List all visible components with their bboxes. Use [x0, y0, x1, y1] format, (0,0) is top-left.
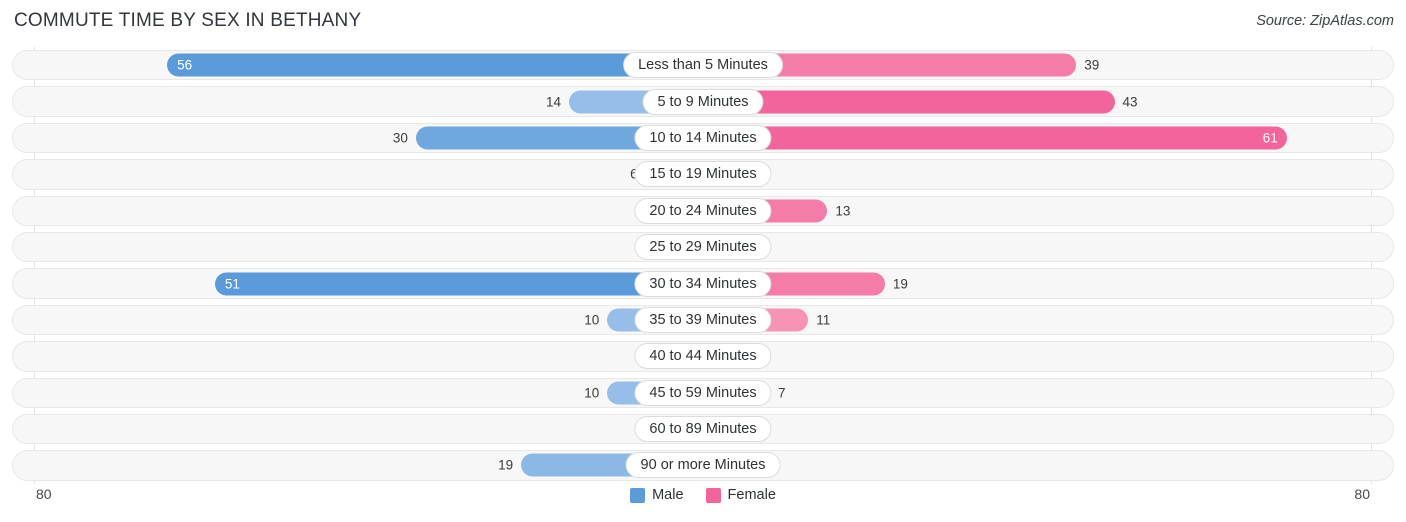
chart-row: 56 39 Less than 5 Minutes [0, 47, 1406, 83]
category-label: 10 to 14 Minutes [634, 124, 772, 151]
page-title: COMMUTE TIME BY SEX IN BETHANY [14, 10, 362, 31]
legend-label: Female [727, 487, 776, 503]
category-label: 90 or more Minutes [625, 452, 781, 479]
value-label-female: 7 [777, 385, 786, 401]
category-label: 25 to 29 Minutes [634, 234, 772, 261]
legend-item[interactable]: Male [630, 487, 684, 503]
value-label-male: 14 [546, 94, 562, 110]
source-attribution: Source: ZipAtlas.com [1256, 13, 1394, 29]
value-label-male: 10 [584, 385, 600, 401]
category-label: 60 to 89 Minutes [634, 416, 772, 443]
chart-row: 0160 to 89 Minutes [0, 411, 1406, 447]
category-label: Less than 5 Minutes [623, 52, 783, 79]
legend-label: Male [652, 487, 684, 503]
value-label-male: 19 [498, 457, 514, 473]
plot-area: 56 39 Less than 5 Minutes 14 43 5 to 9 Minute… [0, 47, 1406, 484]
category-label: 40 to 44 Minutes [634, 343, 772, 370]
value-label-female: 11 [816, 312, 831, 328]
category-label: 15 to 19 Minutes [634, 161, 772, 188]
category-label: 45 to 59 Minutes [634, 379, 772, 406]
category-label: 5 to 9 Minutes [642, 88, 764, 115]
value-label-male: 51 [224, 276, 240, 292]
value-label-male: 56 [177, 57, 193, 73]
chart-row: 11320 to 24 Minutes [0, 193, 1406, 229]
bar-male[interactable] [214, 272, 703, 296]
legend-item[interactable]: Female [705, 487, 776, 503]
legend-swatch-icon [630, 487, 646, 503]
chart-header: COMMUTE TIME BY SEX IN BETHANY Source: Z… [0, 0, 1406, 44]
value-label-male: 10 [584, 312, 600, 328]
chart-row: 30 61 10 to 14 Minutes [0, 120, 1406, 156]
chart-row: 0140 to 44 Minutes [0, 338, 1406, 374]
value-label-female: 19 [892, 276, 908, 292]
chart-row: 0025 to 29 Minutes [0, 229, 1406, 265]
chart-row: 14 43 5 to 9 Minutes [0, 83, 1406, 119]
bar-female[interactable] [703, 90, 1115, 114]
category-label: 30 to 34 Minutes [634, 270, 772, 297]
chart-row: 19490 or more Minutes [0, 447, 1406, 483]
chart-row: 10 11 35 to 39 Minutes [0, 302, 1406, 338]
value-label-female: 43 [1122, 94, 1138, 110]
value-label-male: 30 [392, 130, 408, 146]
value-label-female: 61 [1262, 130, 1278, 146]
chart-row: 6415 to 19 Minutes [0, 156, 1406, 192]
rows-container: 56 39 Less than 5 Minutes 14 43 5 to 9 Minute… [0, 47, 1406, 484]
category-label: 35 to 39 Minutes [634, 306, 772, 333]
chart-row: 10 7 45 to 59 Minutes [0, 375, 1406, 411]
value-label-female: 39 [1084, 57, 1100, 73]
value-label-female: 13 [835, 203, 851, 219]
bar-female[interactable] [703, 126, 1287, 150]
commute-time-chart: COMMUTE TIME BY SEX IN BETHANY Source: Z… [0, 0, 1406, 522]
chart-legend: Male Female [0, 487, 1406, 503]
category-label: 20 to 24 Minutes [634, 197, 772, 224]
legend-swatch-icon [705, 487, 721, 503]
chart-row: 51 19 30 to 34 Minutes [0, 265, 1406, 301]
chart-footer: 80 80 Male Female [0, 484, 1406, 522]
